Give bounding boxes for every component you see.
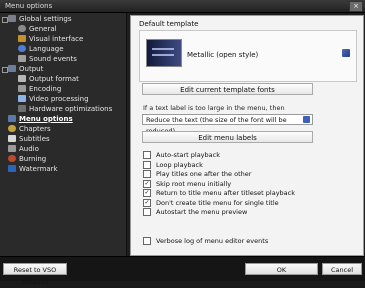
option-checkbox[interactable]: ✓ xyxy=(143,189,151,197)
sidebar-item-label: Video processing xyxy=(29,94,89,103)
option-row[interactable]: Autostart the menu preview xyxy=(143,208,247,216)
option-row[interactable]: Loop playback xyxy=(143,161,203,169)
subtitles-icon xyxy=(8,135,16,142)
menu-options-panel: Default template Metallic (open style) E… xyxy=(130,15,364,256)
menu-options-window: Menu options × Global settings General V… xyxy=(0,0,365,286)
sidebar-item-label: Encoding xyxy=(29,84,62,93)
option-row[interactable]: Play titles one after the other xyxy=(143,170,251,178)
sidebar-item-burning[interactable]: Burning xyxy=(8,154,46,163)
menu-options-icon xyxy=(8,115,16,122)
sidebar-item-label: Visual interface xyxy=(29,34,84,43)
edit-template-fonts-button[interactable]: Edit current template fonts xyxy=(142,83,313,95)
sidebar-item-menu-options[interactable]: Menu options xyxy=(8,114,73,123)
option-checkbox[interactable]: ✓ xyxy=(143,180,151,188)
checkbox-label: Return to title menu after titleset play… xyxy=(156,189,295,197)
option-row[interactable]: ✓ Return to title menu after titleset pla… xyxy=(143,189,295,197)
verbose-log-option[interactable]: Verbose log of menu editor events xyxy=(143,237,268,245)
sidebar-item-label: Sound events xyxy=(29,54,77,63)
option-row[interactable]: ✓ Don't create title menu for single titl… xyxy=(143,199,279,207)
option-checkbox[interactable]: ✓ xyxy=(143,199,151,207)
checkbox-label: Autostart the menu preview xyxy=(156,208,248,216)
global-settings-icon xyxy=(8,15,16,22)
text-size-hint: If a text label is too large in the menu… xyxy=(143,104,285,112)
chapters-icon xyxy=(8,125,16,132)
sidebar-item-encoding[interactable]: Encoding xyxy=(18,84,61,93)
sidebar-item-label: Subtitles xyxy=(19,134,50,143)
sidebar-item-label: Global settings xyxy=(19,14,72,23)
sidebar-item-hardware-optimizations[interactable]: Hardware optimizations xyxy=(18,104,112,113)
sidebar-item-output[interactable]: Output xyxy=(8,64,43,73)
checkbox-label: Auto-start playback xyxy=(156,151,220,159)
reset-defaults-button[interactable]: Reset to VSO defaults xyxy=(3,263,67,286)
chip-icon xyxy=(18,105,26,112)
option-row[interactable]: ✓ Skip root menu initially xyxy=(143,180,231,188)
window-title: Menu options xyxy=(5,2,53,10)
sidebar-item-audio[interactable]: Audio xyxy=(8,144,39,153)
option-row[interactable]: Auto-start playback xyxy=(143,151,220,159)
globe-icon xyxy=(18,45,26,52)
default-template-label: Default template xyxy=(139,20,199,28)
checkbox-label: Skip root menu initially xyxy=(156,180,232,188)
cancel-button[interactable]: Cancel xyxy=(322,263,362,275)
sidebar-item-label: Watermark xyxy=(19,164,58,173)
sidebar-item-label: Burning xyxy=(19,154,47,163)
video-processing-icon xyxy=(18,95,26,102)
sidebar-item-label: Output format xyxy=(29,74,79,83)
close-icon[interactable]: × xyxy=(349,1,363,12)
sidebar-item-video-processing[interactable]: Video processing xyxy=(18,94,89,103)
sidebar-item-label: Output xyxy=(19,64,44,73)
option-checkbox[interactable] xyxy=(143,151,151,159)
template-selector[interactable]: Metallic (open style) xyxy=(139,30,357,82)
sidebar-item-label: Menu options xyxy=(19,114,73,123)
option-checkbox[interactable] xyxy=(143,208,151,216)
watermark-icon xyxy=(8,165,16,172)
sidebar-item-sound-events[interactable]: Sound events xyxy=(18,54,77,63)
template-thumbnail xyxy=(146,39,182,67)
sidebar-item-label: Hardware optimizations xyxy=(29,104,113,113)
sidebar-item-output-format[interactable]: Output format xyxy=(18,74,79,83)
text-overflow-dropdown[interactable]: Reduce the text (the size of the font wi… xyxy=(142,114,313,135)
ok-button[interactable]: OK xyxy=(245,263,318,275)
output-format-icon xyxy=(18,75,26,82)
audio-icon xyxy=(8,145,16,152)
option-checkbox[interactable] xyxy=(143,170,151,178)
option-checkbox[interactable] xyxy=(143,161,151,169)
edit-menu-labels-button[interactable]: Edit menu labels xyxy=(142,131,313,143)
sidebar-item-global-settings[interactable]: Global settings xyxy=(8,14,71,23)
visual-interface-icon xyxy=(18,35,26,42)
sidebar-item-subtitles[interactable]: Subtitles xyxy=(8,134,50,143)
verbose-log-checkbox[interactable] xyxy=(143,237,151,245)
sidebar-item-chapters[interactable]: Chapters xyxy=(8,124,51,133)
encoding-icon xyxy=(18,85,26,92)
sidebar-item-label: Language xyxy=(29,44,64,53)
sidebar-item-watermark[interactable]: Watermark xyxy=(8,164,58,173)
speaker-icon xyxy=(18,55,26,62)
checkbox-label: Don't create title menu for single title xyxy=(156,199,279,207)
sidebar-item-visual-interface[interactable]: Visual interface xyxy=(18,34,83,43)
title-bar: Menu options × xyxy=(0,0,365,13)
template-name: Metallic (open style) xyxy=(187,51,259,59)
checkbox-label: Loop playback xyxy=(156,161,203,169)
gear-icon xyxy=(18,25,26,32)
settings-sidebar: Global settings General Visual interface… xyxy=(0,13,127,256)
template-edit-icon[interactable] xyxy=(342,49,350,57)
disc-burn-icon xyxy=(8,155,16,162)
dropdown-arrow-icon[interactable] xyxy=(303,116,310,123)
output-icon xyxy=(8,65,16,72)
sidebar-item-language[interactable]: Language xyxy=(18,44,64,53)
checkbox-label: Verbose log of menu editor events xyxy=(156,237,269,245)
checkbox-label: Play titles one after the other xyxy=(156,170,252,178)
sidebar-item-label: Audio xyxy=(19,144,39,153)
sidebar-item-label: General xyxy=(29,24,57,33)
sidebar-item-label: Chapters xyxy=(19,124,51,133)
sidebar-item-general[interactable]: General xyxy=(18,24,57,33)
bottom-bar: Reset to VSO defaults OK Cancel xyxy=(0,256,365,286)
